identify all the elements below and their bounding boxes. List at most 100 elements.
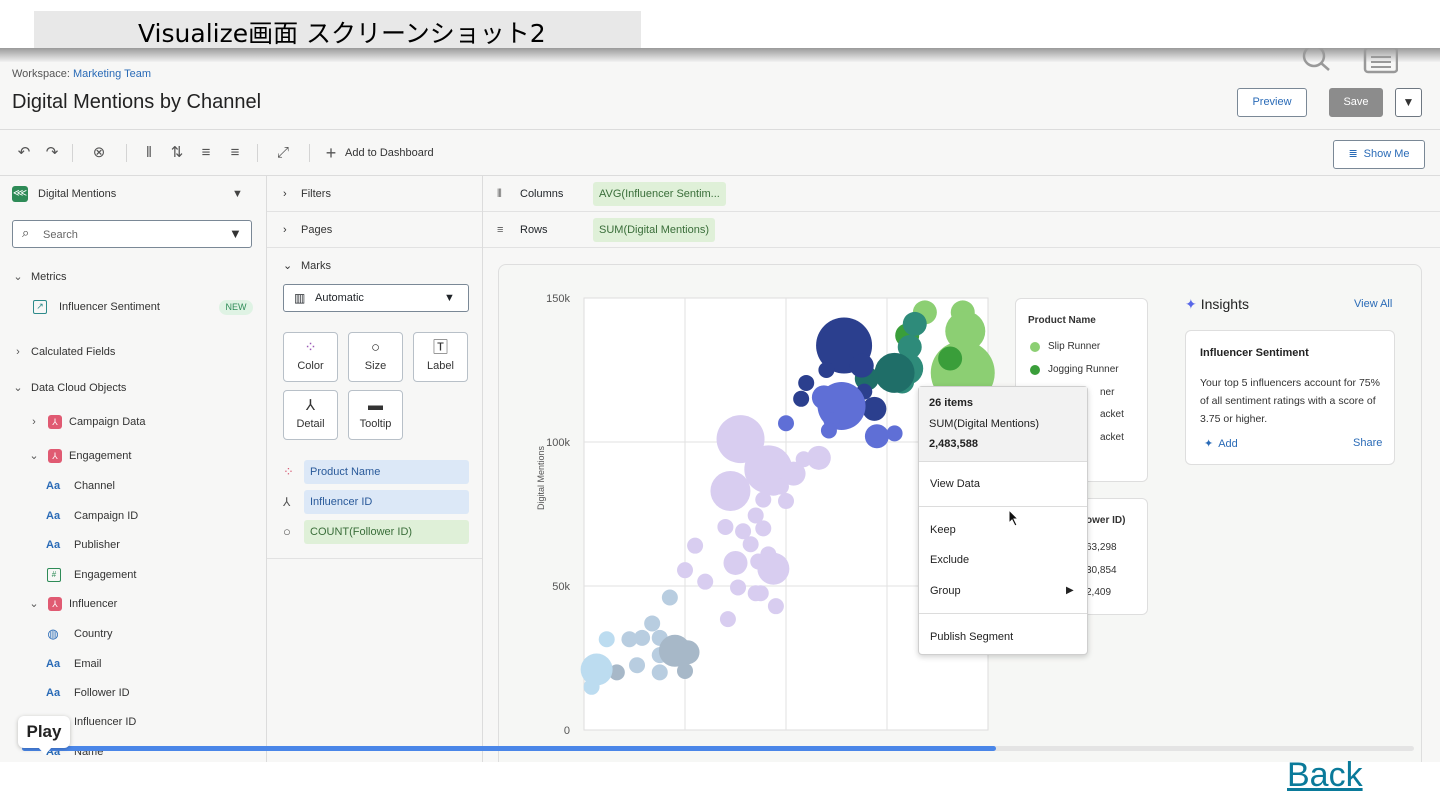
field-item[interactable]: Aa Publisher (0, 533, 266, 557)
text-field-icon: Aa (46, 480, 61, 492)
hierarchy-icon: ⅄ (305, 397, 316, 414)
size-legend-value: 30,854 (1086, 565, 1117, 576)
rows-label: Rows (520, 224, 548, 236)
influencer-object[interactable]: ⌄ ⅄ Influencer (0, 592, 266, 616)
sort-descending-icon[interactable]: ≡ (224, 143, 246, 163)
workspace-link[interactable]: Marketing Team (73, 68, 151, 80)
mark-field-row[interactable]: ⁘ Product Name (283, 460, 469, 484)
number-field-icon: # (47, 568, 61, 582)
publish-segment-menu-item[interactable]: Publish Segment (919, 623, 1087, 651)
legend-label: Jogging Runner (1048, 364, 1119, 375)
size-legend-title: ower ID) (1086, 515, 1126, 526)
preview-button[interactable]: Preview (1237, 88, 1307, 117)
field-item[interactable]: Aa Email (0, 652, 266, 676)
app-header: Workspace: Marketing Team Digital Mentio… (0, 48, 1440, 130)
detail-mark-button[interactable]: ⅄ Detail (283, 390, 338, 440)
redo-icon[interactable]: ↷ (41, 143, 63, 163)
save-button[interactable]: Save (1329, 88, 1383, 117)
text-label-icon: 🅃 (432, 339, 448, 356)
metric-item-label: Influencer Sentiment (59, 301, 160, 313)
label-mark-button[interactable]: 🅃 Label (413, 332, 468, 382)
influencer-id-pill[interactable]: Influencer ID (304, 490, 469, 514)
chevron-down-icon: ⌄ (283, 260, 293, 272)
rows-pill[interactable]: SUM(Digital Mentions) (593, 218, 716, 242)
sparkle-icon: ✦ (1204, 438, 1214, 450)
mark-field-row[interactable]: ⅄ Influencer ID (283, 490, 469, 514)
exclude-menu-item[interactable]: Exclude (919, 546, 1087, 574)
add-to-dashboard-button[interactable]: Add to Dashboard (345, 147, 434, 159)
fit-view-icon[interactable]: ⤢ (272, 143, 294, 163)
chevron-down-icon[interactable]: ▼ (232, 182, 243, 206)
new-badge: NEW (219, 300, 253, 315)
legend-label: ner (1100, 387, 1115, 398)
data-cloud-objects-section[interactable]: ⌄ Data Cloud Objects (0, 376, 266, 400)
columns-shelf[interactable]: ⦀ Columns AVG(Influencer Sentim... (483, 176, 1440, 212)
field-label: Channel (74, 480, 115, 492)
legend-title: Product Name (1028, 315, 1096, 326)
data-source-selector[interactable]: ⋘ Digital Mentions ▼ (0, 182, 266, 206)
view-all-link[interactable]: View All (1354, 298, 1392, 310)
field-item[interactable]: Aa Follower ID (0, 681, 266, 705)
swap-axes-icon[interactable]: ⇅ (166, 143, 188, 163)
marks-shelf[interactable]: ⌄ Marks (267, 248, 482, 284)
toolbar-divider (257, 144, 258, 162)
engagement-object[interactable]: ⌄ ⅄ Engagement (0, 444, 266, 468)
field-label: Name (74, 746, 104, 758)
tooltip-mark-button[interactable]: ▬ Tooltip (348, 390, 403, 440)
follower-count-pill[interactable]: COUNT(Follower ID) (304, 520, 469, 544)
search-icon[interactable] (1298, 48, 1334, 76)
page-title: Digital Mentions by Channel (12, 91, 262, 113)
mark-type-select[interactable]: ▥ Automatic ▼ (283, 284, 469, 312)
keep-menu-item[interactable]: Keep (919, 516, 1087, 544)
menu-list-icon[interactable] (1362, 48, 1399, 76)
rows-icon: ≡ (497, 224, 504, 236)
columns-pill[interactable]: AVG(Influencer Sentim... (593, 182, 726, 206)
field-item[interactable]: Aa Campaign ID (0, 504, 266, 528)
sort-ascending-icon[interactable]: ≡ (195, 143, 217, 163)
play-button[interactable]: Play (18, 716, 70, 748)
show-me-button[interactable]: ≣ Show Me (1333, 140, 1425, 169)
mark-button-label: Size (364, 360, 387, 372)
field-item[interactable]: # Engagement (0, 563, 266, 587)
search-input[interactable] (43, 226, 213, 243)
color-mark-button[interactable]: ⁘ Color (283, 332, 338, 382)
filters-shelf[interactable]: › Filters (267, 176, 482, 212)
plus-icon[interactable]: + (320, 143, 342, 163)
save-options-dropdown[interactable]: ▼ (1395, 88, 1422, 117)
rows-shelf[interactable]: ≡ Rows SUM(Digital Mentions) (483, 212, 1440, 248)
mark-field-row[interactable]: ○ COUNT(Follower ID) (283, 520, 469, 544)
circle-icon: ○ (283, 524, 291, 539)
metric-item[interactable]: ↗ Influencer Sentiment NEW (0, 295, 266, 319)
insight-card-body: Your top 5 influencers account for 75% o… (1200, 377, 1380, 425)
field-item[interactable]: ◍ Country (0, 622, 266, 646)
data-cloud-objects-label: Data Cloud Objects (31, 382, 127, 394)
product-name-pill[interactable]: Product Name (304, 460, 469, 484)
insight-card[interactable]: Influencer Sentiment Your top 5 influenc… (1185, 330, 1395, 465)
pause-icon[interactable]: ‖ (138, 143, 160, 163)
filter-icon[interactable]: ▼ (229, 226, 242, 241)
sparkle-icon: ✦ (1185, 296, 1197, 312)
back-link[interactable]: Back (1287, 756, 1363, 795)
columns-icon: ⦀ (497, 188, 502, 200)
group-menu-item[interactable]: Group ▶ (919, 577, 1087, 605)
calculated-fields-section[interactable]: › Calculated Fields (0, 340, 266, 364)
search-field[interactable]: ⌕ ▼ (12, 220, 252, 248)
add-insight-button[interactable]: ✦ Add (1204, 437, 1238, 450)
chevron-down-icon: ▼ (444, 292, 455, 304)
view-data-menu-item[interactable]: View Data (919, 470, 1087, 498)
size-mark-button[interactable]: ○ Size (348, 332, 403, 382)
campaign-data-object[interactable]: › ⅄ Campaign Data (0, 410, 266, 434)
tooltip-count: 26 items (929, 397, 974, 409)
toolbar-divider (309, 144, 310, 162)
show-me-label: Show Me (1363, 148, 1410, 160)
undo-icon[interactable]: ↶ (13, 143, 35, 163)
legend-swatch (1030, 365, 1040, 375)
share-insight-link[interactable]: Share (1353, 437, 1382, 449)
field-item[interactable]: Aa Channel (0, 474, 266, 498)
field-label: Engagement (74, 569, 137, 581)
show-me-icon: ≣ (1348, 148, 1358, 160)
pages-shelf[interactable]: › Pages (267, 212, 482, 248)
caption-title: Visualize画面 スクリーンショット2 (138, 19, 546, 48)
metrics-section[interactable]: ⌄ Metrics (0, 265, 266, 289)
clear-icon[interactable]: ⊗ (88, 143, 110, 163)
